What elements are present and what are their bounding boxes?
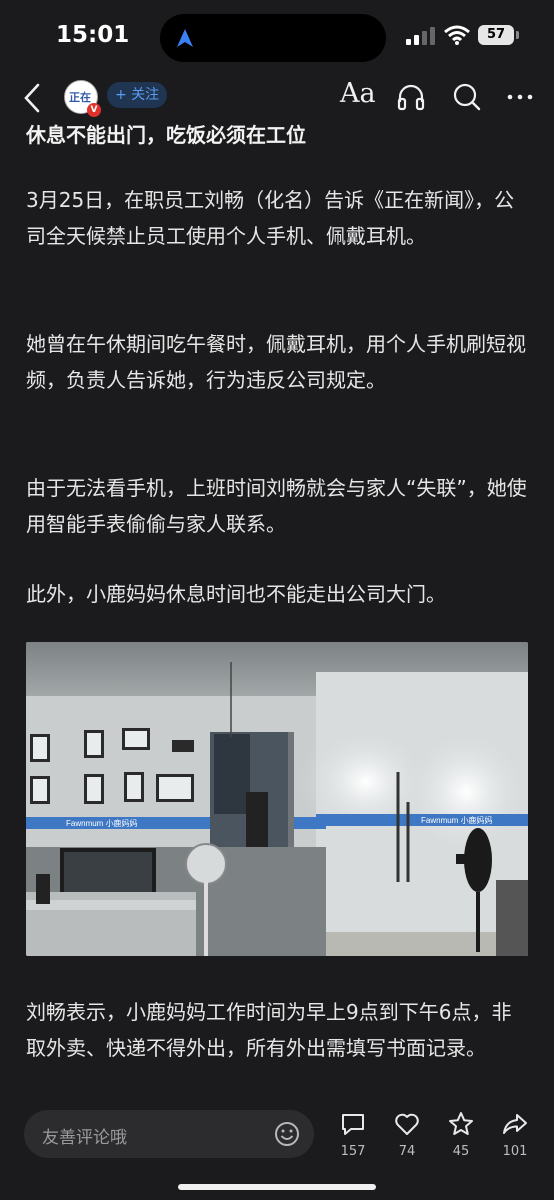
font-size-button[interactable]: Aa xyxy=(340,78,376,109)
home-indicator[interactable] xyxy=(178,1184,376,1190)
paragraph-5: 刘畅表示，小鹿妈妈工作时间为早上9点到下午6点，非取外卖、快递不得外出，所有外出… xyxy=(26,1000,512,1060)
comment-placeholder: 友善评论哦 xyxy=(42,1128,127,1148)
dynamic-island xyxy=(160,14,386,62)
paragraph-4: 此外，小鹿妈妈休息时间也不能走出公司大门。 xyxy=(26,582,446,606)
emoji-icon[interactable] xyxy=(274,1121,300,1147)
star-icon xyxy=(449,1112,473,1135)
wall-logo-left: Fawnmum 小鹿妈妈 xyxy=(66,818,138,828)
office-photo[interactable]: Fawnmum 小鹿妈妈 Fawnmum 小鹿妈妈 xyxy=(26,642,528,956)
search-icon[interactable] xyxy=(452,82,482,112)
wifi-icon xyxy=(444,25,470,45)
comment-count: 157 xyxy=(340,1144,366,1159)
favorite-action[interactable]: 45 xyxy=(436,1110,486,1159)
verified-v-icon: V xyxy=(87,103,101,117)
cellular-signal-icon xyxy=(406,27,435,45)
article-body: 休息不能出门，吃饭必须在工位 3月25日，在职员工刘畅（化名）告诉《正在新闻》，… xyxy=(26,120,530,1060)
location-arrow-icon xyxy=(177,29,193,47)
battery-tip xyxy=(516,31,519,39)
paragraph-3: 由于无法看手机，上班时间刘畅就会与家人“失联”，她使用智能手表偷偷与家人联系。 xyxy=(26,476,527,536)
share-action[interactable]: 101 xyxy=(490,1110,540,1159)
share-arrow-icon xyxy=(503,1114,527,1134)
comment-input[interactable]: 友善评论哦 xyxy=(24,1110,314,1158)
comments-action[interactable]: 157 xyxy=(328,1110,378,1159)
heart-icon xyxy=(395,1113,419,1135)
wall-logo-right: Fawnmum 小鹿妈妈 xyxy=(421,815,493,825)
publisher-logo: 正在 xyxy=(69,91,91,104)
share-count: 101 xyxy=(502,1144,528,1159)
headphones-icon[interactable] xyxy=(396,82,426,112)
paragraph-1: 3月25日，在职员工刘畅（化名）告诉《正在新闻》，公司全天候禁止员工使用个人手机… xyxy=(26,188,515,248)
follow-button[interactable]: + 关注 xyxy=(107,82,168,108)
clock: 15:01 xyxy=(56,22,130,48)
section-heading: 休息不能出门，吃饭必须在工位 xyxy=(26,123,306,147)
comment-bar: 友善评论哦 157 74 45 101 xyxy=(0,1098,554,1200)
status-bar: 15:01 57 xyxy=(0,0,554,76)
battery-indicator: 57 xyxy=(478,25,514,45)
office-photo-illustration: Fawnmum 小鹿妈妈 Fawnmum 小鹿妈妈 xyxy=(26,642,528,956)
favorite-count: 45 xyxy=(452,1144,470,1159)
like-action[interactable]: 74 xyxy=(382,1110,432,1159)
like-count: 74 xyxy=(398,1144,416,1159)
back-arrow-icon[interactable] xyxy=(20,82,44,114)
article-nav-bar: 正在 V + 关注 Aa xyxy=(0,76,554,120)
publisher-avatar[interactable]: 正在 V xyxy=(64,80,101,117)
paragraph-2: 她曾在午休期间吃午餐时，佩戴耳机，用个人手机刷短视频，负责人告诉她，行为违反公司… xyxy=(26,332,526,392)
comment-bubble-icon xyxy=(342,1114,364,1135)
more-options-icon[interactable] xyxy=(506,82,534,112)
